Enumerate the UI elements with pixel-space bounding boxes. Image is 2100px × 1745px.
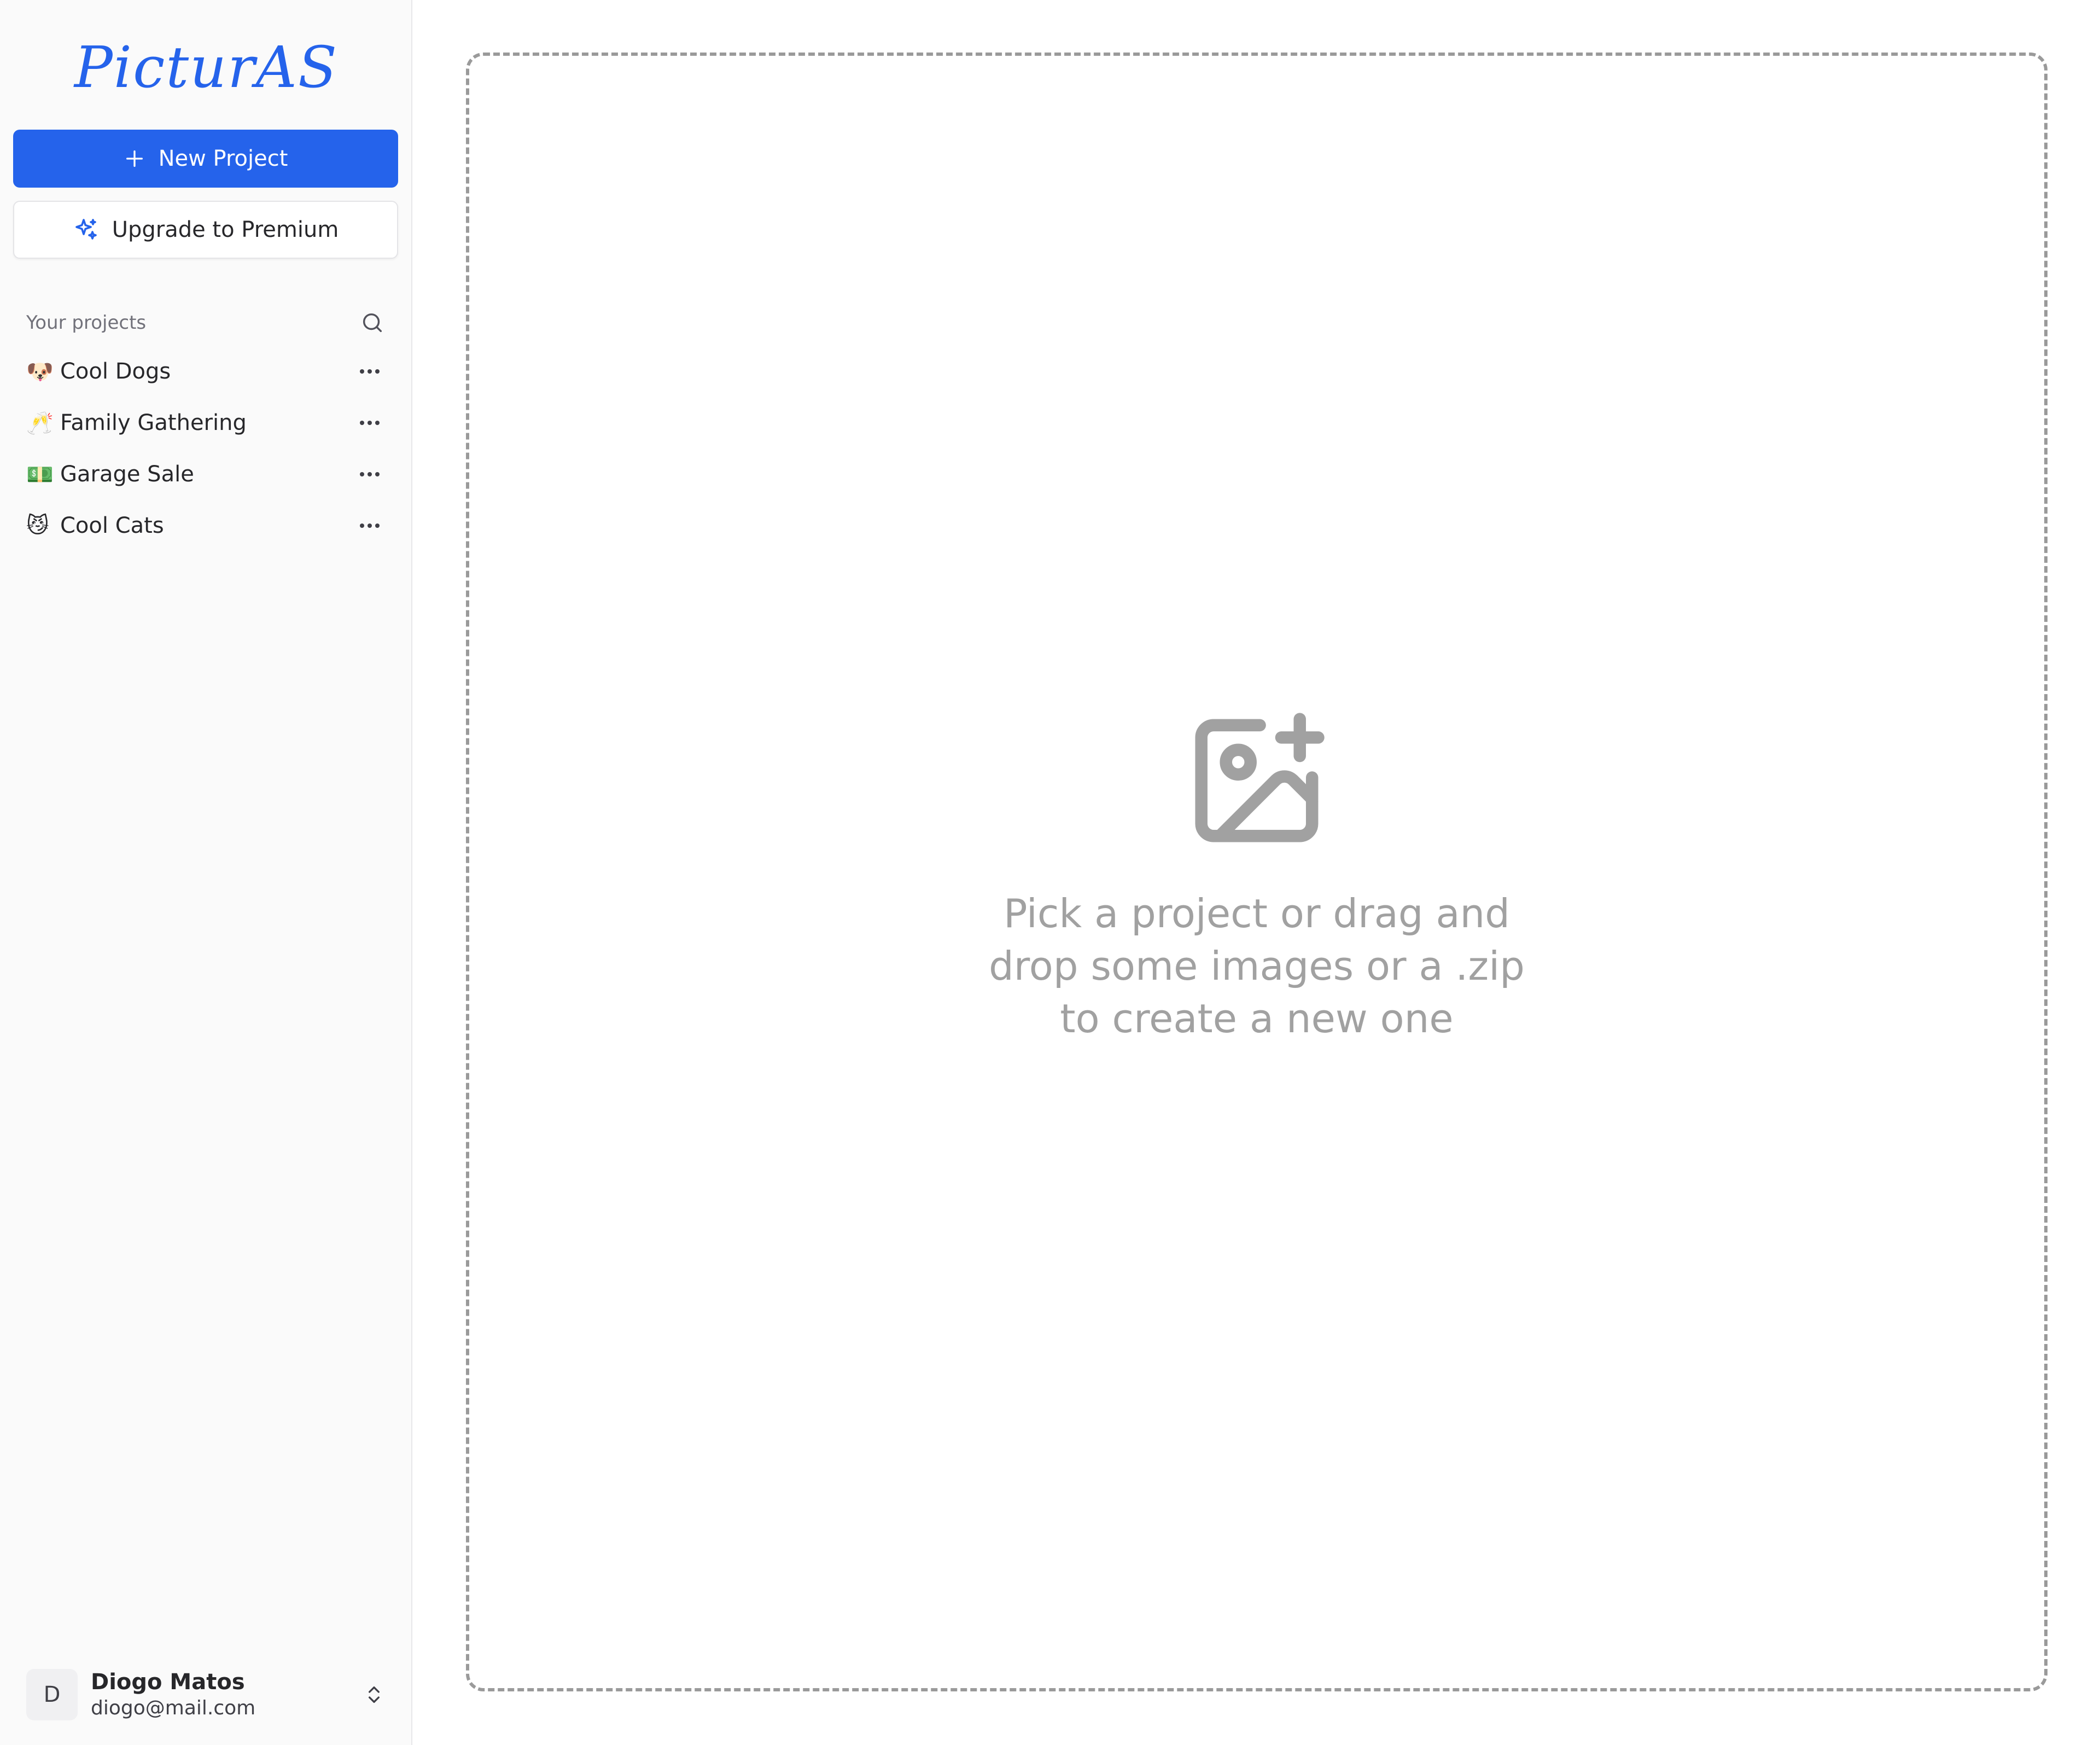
dropzone-line-1: Pick a project or drag and	[1004, 891, 1510, 937]
user-email: diogo@mail.com	[91, 1697, 256, 1719]
upgrade-premium-label: Upgrade to Premium	[112, 217, 339, 242]
project-label: Family Gathering	[60, 410, 247, 435]
dropzone-line-3: to create a new one	[1060, 996, 1454, 1042]
user-info: Diogo Matos diogo@mail.com	[91, 1668, 363, 1721]
project-label: Cool Dogs	[60, 359, 171, 384]
cat-emoji-icon: 😼	[26, 513, 49, 538]
user-name: Diogo Matos	[91, 1670, 245, 1695]
more-options-icon[interactable]	[354, 415, 385, 431]
avatar: D	[26, 1669, 78, 1720]
more-options-icon[interactable]	[354, 467, 385, 482]
dog-emoji-icon: 🐶	[26, 359, 54, 385]
upgrade-premium-button[interactable]: Upgrade to Premium	[13, 201, 398, 259]
app-logo[interactable]: PicturAS	[0, 32, 412, 103]
image-dropzone[interactable]: Pick a project or drag and drop some ima…	[466, 53, 2048, 1691]
project-item-garage-sale[interactable]: 💵 Garage Sale	[13, 449, 398, 500]
projects-header: Your projects	[26, 306, 385, 339]
project-label: Garage Sale	[60, 462, 194, 487]
champagne-emoji-icon: 🥂	[26, 410, 54, 436]
dropzone-content: Pick a project or drag and drop some ima…	[469, 707, 2044, 1045]
projects-title: Your projects	[26, 312, 147, 334]
user-menu[interactable]: D Diogo Matos diogo@mail.com	[26, 1667, 385, 1722]
dropzone-line-2: drop some images or a .zip	[989, 943, 1525, 989]
project-item-family-gathering[interactable]: 🥂 Family Gathering	[13, 397, 398, 449]
more-options-icon[interactable]	[354, 364, 385, 379]
search-icon[interactable]	[360, 310, 385, 335]
plus-icon	[126, 150, 143, 167]
money-emoji-icon: 💵	[26, 462, 54, 487]
more-options-icon[interactable]	[354, 518, 385, 533]
project-item-cool-cats[interactable]: 😼 Cool Cats	[13, 500, 398, 551]
sidebar: PicturAS New Project Upgrade to Premium …	[0, 0, 412, 1745]
image-plus-icon	[1195, 713, 1325, 842]
chevrons-up-down-icon[interactable]	[363, 1684, 385, 1706]
new-project-button[interactable]: New Project	[13, 130, 398, 188]
new-project-label: New Project	[158, 146, 288, 171]
sparkles-icon	[75, 219, 97, 240]
project-item-cool-dogs[interactable]: 🐶 Cool Dogs	[13, 346, 398, 397]
project-list: 🐶 Cool Dogs 🥂 Family Gathering 💵 Garage …	[13, 346, 398, 551]
project-label: Cool Cats	[60, 513, 164, 538]
dropzone-instructions: Pick a project or drag and drop some ima…	[983, 887, 1530, 1045]
